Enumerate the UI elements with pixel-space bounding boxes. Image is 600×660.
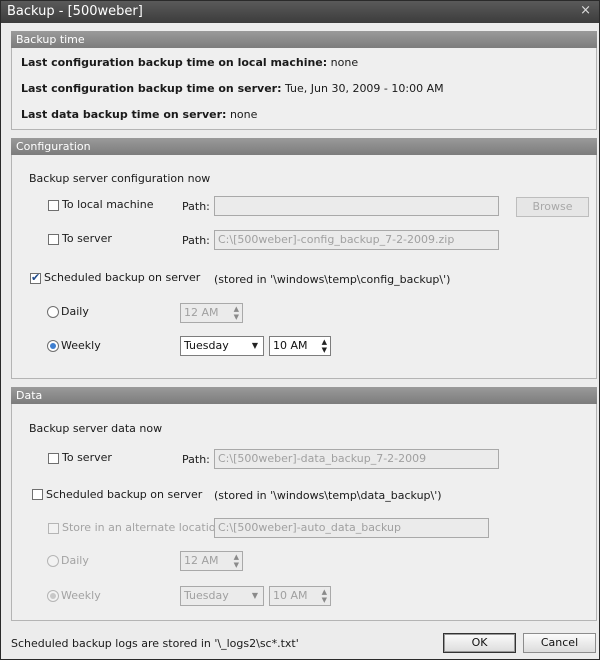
data-weekly-day-value: Tuesday xyxy=(184,589,229,602)
data-weekly-day-select[interactable]: Tuesday ▼ xyxy=(180,586,264,606)
config-weekly-day-value: Tuesday xyxy=(184,339,229,352)
configuration-header: Configuration xyxy=(11,138,597,155)
config-daily-radio[interactable] xyxy=(47,306,59,318)
config-weekly-time-value: 10 AM xyxy=(273,339,308,352)
data-to-server-checkbox[interactable] xyxy=(48,453,59,464)
spin-arrows-icon: ▲ ▼ xyxy=(233,305,239,321)
data-scheduled-label: Scheduled backup on server xyxy=(46,488,203,501)
config-to-server-label: To server xyxy=(62,232,112,245)
to-local-machine-label: To local machine xyxy=(62,198,154,211)
backup-time-header: Backup time xyxy=(11,31,597,48)
config-now-label: Backup server configuration now xyxy=(29,172,211,185)
config-weekly-radio[interactable] xyxy=(47,340,59,352)
cancel-button[interactable]: Cancel xyxy=(523,633,596,653)
config-server-path-field[interactable]: C:\[500weber]-config_backup_7-2-2009.zip xyxy=(214,230,499,250)
last-server-config-backup: Last configuration backup time on server… xyxy=(21,82,444,95)
config-weekly-time-spinner[interactable]: 10 AM ▲ ▼ xyxy=(269,336,331,356)
data-daily-time-value: 12 AM xyxy=(184,554,219,567)
data-scheduled-note: (stored in '\windows\temp\data_backup\') xyxy=(214,489,442,502)
data-daily-time-spinner[interactable]: 12 AM ▲ ▼ xyxy=(180,551,243,571)
ok-button[interactable]: OK xyxy=(443,633,516,653)
alternate-location-field[interactable]: C:\[500weber]-auto_data_backup xyxy=(214,518,489,538)
radio-selected-icon xyxy=(50,343,56,349)
window-title: Backup - [500weber] xyxy=(7,4,143,19)
config-to-server-checkbox[interactable] xyxy=(48,234,59,245)
config-daily-time-value: 12 AM xyxy=(184,306,219,319)
logs-location-note: Scheduled backup logs are stored in '\_l… xyxy=(11,637,299,650)
data-header: Data xyxy=(11,387,597,404)
data-server-path-label: Path: xyxy=(182,453,210,466)
data-daily-label: Daily xyxy=(61,554,89,567)
spin-arrows-icon: ▲ ▼ xyxy=(233,553,239,569)
config-daily-time-spinner[interactable]: 12 AM ▲ ▼ xyxy=(180,303,243,323)
chevron-down-icon: ▼ xyxy=(251,591,258,600)
data-weekly-time-spinner[interactable]: 10 AM ▲ ▼ xyxy=(269,586,331,606)
config-scheduled-checkbox[interactable]: ✔ xyxy=(30,271,41,284)
checkmark-icon: ✔ xyxy=(31,271,41,284)
data-daily-radio[interactable] xyxy=(47,555,59,567)
data-now-label: Backup server data now xyxy=(29,422,163,435)
config-scheduled-label: Scheduled backup on server xyxy=(44,271,201,284)
data-weekly-radio[interactable] xyxy=(47,590,59,602)
data-scheduled-checkbox[interactable] xyxy=(32,489,43,500)
config-weekly-day-select[interactable]: Tuesday ▼ xyxy=(180,336,264,356)
last-local-config-value: none xyxy=(330,56,359,69)
alternate-location-label: Store in an alternate location xyxy=(62,521,223,534)
data-to-server-label: To server xyxy=(62,451,112,464)
config-scheduled-note: (stored in '\windows\temp\config_backup\… xyxy=(214,273,451,286)
local-path-field[interactable] xyxy=(214,196,499,216)
last-data-backup-value: none xyxy=(229,108,258,121)
config-weekly-label: Weekly xyxy=(61,339,101,352)
title-bar: Backup - [500weber] × xyxy=(1,1,599,23)
spin-arrows-icon: ▲ ▼ xyxy=(321,338,327,354)
to-local-machine-checkbox[interactable] xyxy=(48,200,59,211)
alternate-location-checkbox[interactable] xyxy=(48,523,59,534)
data-server-path-field[interactable]: C:\[500weber]-data_backup_7-2-2009 xyxy=(214,449,499,469)
data-weekly-label: Weekly xyxy=(61,589,101,602)
backup-dialog: Backup - [500weber] × Backup time Last c… xyxy=(0,0,600,660)
last-local-config-backup: Last configuration backup time on local … xyxy=(21,56,359,69)
config-server-path-label: Path: xyxy=(182,234,210,247)
close-icon[interactable]: × xyxy=(580,3,591,18)
browse-button[interactable]: Browse xyxy=(516,197,589,217)
data-weekly-time-value: 10 AM xyxy=(273,589,308,602)
chevron-down-icon: ▼ xyxy=(251,341,258,350)
local-path-label: Path: xyxy=(182,200,210,213)
radio-selected-icon xyxy=(50,593,56,599)
last-server-config-value: Tue, Jun 30, 2009 - 10:00 AM xyxy=(284,82,444,95)
spin-arrows-icon: ▲ ▼ xyxy=(321,588,327,604)
last-data-backup: Last data backup time on server: none xyxy=(21,108,258,121)
config-daily-label: Daily xyxy=(61,305,89,318)
